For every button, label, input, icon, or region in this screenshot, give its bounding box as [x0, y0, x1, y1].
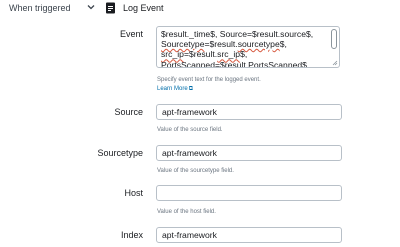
source-help-text: Value of the source field. [157, 127, 223, 133]
external-link-icon: ⧉ [188, 86, 193, 92]
host-label: Host [124, 188, 143, 198]
source-input[interactable] [156, 104, 342, 120]
learn-more-link[interactable]: Learn More⧉ [157, 86, 193, 93]
sourcetype-help-text: Value of the sourcetype field. [157, 168, 234, 174]
event-line: src_ip=$result.src_ip$, [161, 49, 248, 60]
when-triggered-label: When triggered [9, 3, 71, 13]
index-label: Index [120, 230, 143, 240]
textarea-scrollbar[interactable] [331, 29, 337, 49]
event-line: $result._time$, Source=$result.source$, [161, 29, 314, 39]
host-help-text: Value of the host field. [157, 209, 216, 215]
sourcetype-label: Sourcetype [97, 148, 143, 158]
resize-handle-icon[interactable] [332, 60, 338, 66]
event-textarea[interactable]: $result._time$, Source=$result.source$, … [156, 26, 340, 68]
event-line: Sourcetype=$result.sourcetype$, [161, 39, 287, 50]
action-title: Log Event [123, 3, 164, 13]
event-line: PortsScanned=$result.PortsScanned$. [161, 59, 310, 68]
event-label: Event [119, 29, 143, 39]
chevron-down-icon[interactable] [85, 1, 97, 13]
host-input[interactable] [156, 185, 342, 201]
source-label: Source [114, 107, 143, 117]
index-input[interactable] [156, 227, 342, 243]
log-event-icon [106, 2, 115, 14]
event-help-text: Specify event text for the logged event. [157, 77, 261, 83]
sourcetype-input[interactable] [156, 145, 342, 161]
event-text[interactable]: $result._time$, Source=$result.source$, … [161, 29, 331, 68]
